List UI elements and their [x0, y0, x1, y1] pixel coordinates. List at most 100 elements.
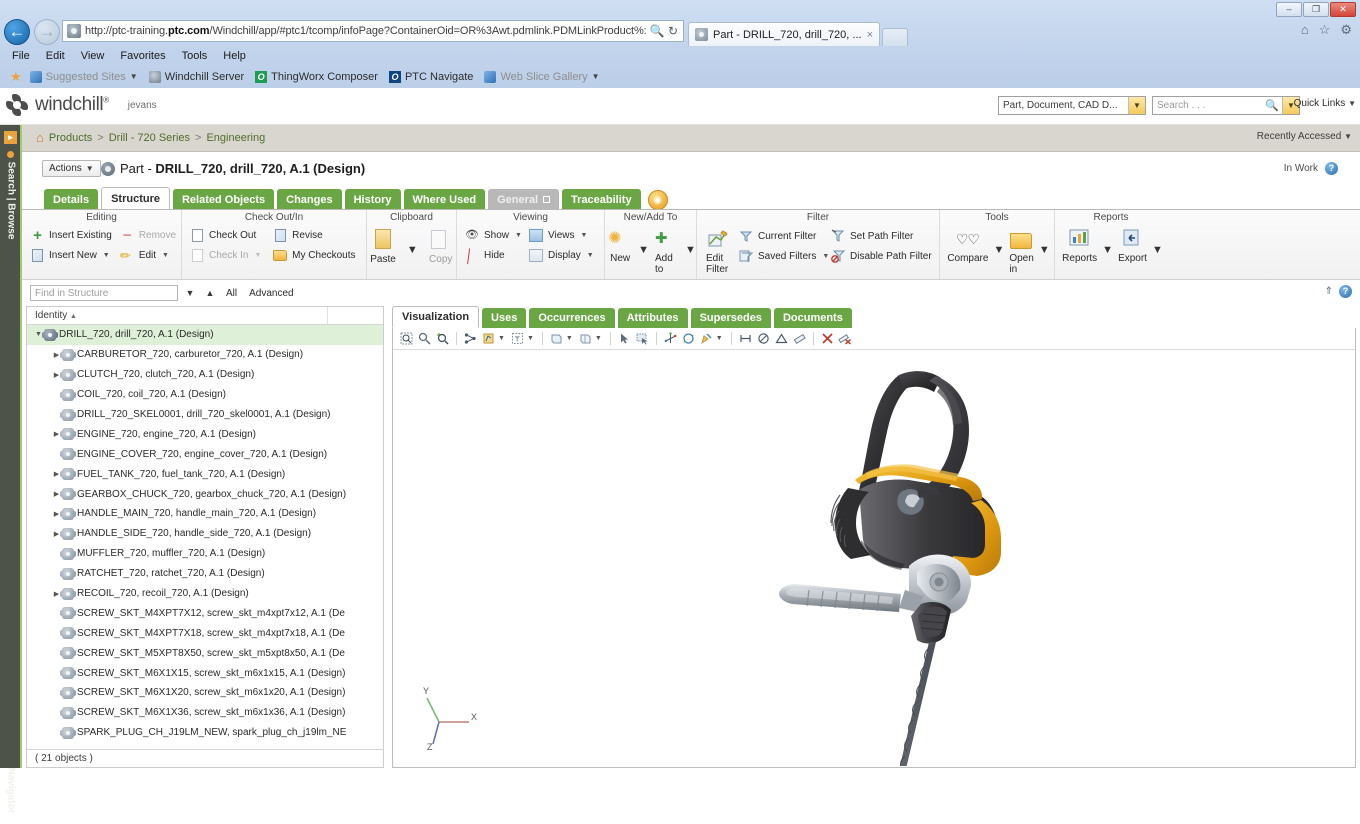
chevron-down-icon[interactable]: ▼ [587, 252, 594, 259]
ribbon-remove-button[interactable]: − Remove [118, 227, 178, 244]
ribbon-open-in-button[interactable]: Open in [1006, 228, 1036, 275]
close-button[interactable]: ✕ [1330, 2, 1356, 17]
tree-row[interactable]: SCREW_SKT_M4XPT7X12, screw_skt_m4xpt7x12… [27, 603, 383, 623]
tab-supersedes[interactable]: Supersedes [690, 308, 771, 328]
tab-where-used[interactable]: Where Used [403, 189, 486, 210]
ribbon-check-in-button[interactable]: Check In ▼ [188, 247, 267, 264]
menu-edit[interactable]: Edit [46, 50, 65, 62]
tree-row[interactable]: SCREW_SKT_M5XPT8X50, screw_skt_m5xpt8x50… [27, 643, 383, 663]
tree-row[interactable]: ENGINE_COVER_720, engine_cover_720, A.1 … [27, 444, 383, 464]
zoom-out-icon[interactable] [417, 331, 432, 346]
global-search-input[interactable]: Search . . . 🔍 ▼ [1152, 96, 1300, 115]
tree-row[interactable]: COIL_720, coil_720, A.1 (Design) [27, 385, 383, 405]
ribbon-revise-button[interactable]: Revise [271, 227, 360, 244]
chevron-down-icon[interactable]: ▼ [254, 252, 261, 259]
chevron-down-icon[interactable]: ▼ [515, 232, 522, 239]
tree-row[interactable]: SPARK_PLUG_CH_J19LM_NEW, spark_plug_ch_j… [27, 723, 383, 743]
favorite-windchill-server[interactable]: Windchill Server [146, 70, 247, 84]
favorites-star-icon[interactable]: ☆ [1319, 22, 1331, 38]
chevron-down-icon[interactable]: ▼ [103, 252, 110, 259]
chevron-down-icon[interactable]: ▼ [581, 232, 588, 239]
navigator-label[interactable]: Navigator [6, 758, 17, 824]
tab-attributes[interactable]: Attributes [617, 308, 688, 328]
tree-row[interactable]: RATCHET_720, ratchet_720, A.1 (Design) [27, 564, 383, 584]
favorite-suggested-sites[interactable]: Suggested Sites ▼ [27, 70, 141, 84]
drill-3d-model[interactable] [393, 350, 1355, 766]
tab-visualization[interactable]: Visualization [392, 306, 480, 328]
home-icon[interactable]: ⌂ [36, 130, 44, 145]
favorite-ptc-navigate[interactable]: PTC Navigate [386, 70, 476, 84]
browser-tab[interactable]: Part - DRILL_720, drill_720, ... × [688, 22, 881, 46]
chevron-down-icon[interactable]: ▼ [638, 244, 649, 256]
chevron-down-icon[interactable]: ▼ [162, 252, 169, 259]
find-in-structure-input[interactable]: Find in Structure [30, 285, 178, 301]
explode-icon[interactable] [463, 331, 478, 346]
tree-row[interactable]: SCREW_SKT_M6X1X36, screw_skt_m6x1x36, A.… [27, 703, 383, 723]
chevron-down-icon[interactable]: ▼ [566, 335, 573, 342]
find-advanced-button[interactable]: Advanced [245, 288, 297, 299]
actions-menu-button[interactable]: Actions ▼ [42, 160, 101, 177]
section-cut-icon[interactable] [578, 331, 593, 346]
chevron-down-icon[interactable]: ▼ [1039, 244, 1050, 256]
chevron-down-icon[interactable]: ▼ [993, 244, 1004, 256]
maximize-button[interactable]: ❐ [1303, 2, 1329, 17]
ribbon-hide-button[interactable]: ╱ Hide [463, 247, 523, 265]
chevron-down-icon[interactable]: ▼ [527, 335, 534, 342]
measure-diameter-icon[interactable] [756, 331, 771, 346]
search-type-select[interactable]: Part, Document, CAD D... ▼ [998, 96, 1146, 115]
tab-uses[interactable]: Uses [482, 308, 527, 328]
breadcrumb-item-products[interactable]: Products [49, 132, 92, 144]
ribbon-check-out-button[interactable]: Check Out [188, 227, 267, 244]
chevron-down-icon[interactable]: ▼ [498, 335, 505, 342]
delete-all-measurements-icon[interactable] [838, 331, 853, 346]
home-icon[interactable]: ⌂ [1301, 22, 1309, 38]
ribbon-my-checkouts-button[interactable]: My Checkouts [271, 247, 360, 264]
ribbon-views-button[interactable]: Views ▼ [527, 227, 598, 244]
ribbon-edit-button[interactable]: ✏ Edit ▼ [118, 247, 178, 264]
ribbon-set-path-filter-button[interactable]: Set Path Filter [829, 228, 934, 245]
menu-view[interactable]: View [81, 50, 105, 62]
animation-icon[interactable] [481, 331, 496, 346]
favorites-star-icon[interactable]: ★ [10, 69, 22, 85]
measure-distance-icon[interactable] [738, 331, 753, 346]
chevron-down-icon[interactable]: ▼ [1102, 244, 1113, 256]
tree-row[interactable]: ▼ DRILL_720, drill_720, A.1 (Design) [27, 325, 383, 345]
ribbon-current-filter-button[interactable]: Current Filter [737, 228, 825, 245]
tab-documents[interactable]: Documents [773, 308, 852, 328]
move-part-icon[interactable] [663, 331, 678, 346]
ribbon-saved-filters-button[interactable]: Saved Filters ▼ [737, 248, 829, 265]
ribbon-reports-button[interactable]: Reports [1059, 228, 1100, 264]
chevron-down-icon[interactable]: ▼ [1152, 244, 1163, 256]
tree-row[interactable]: ▶ RECOIL_720, recoil_720, A.1 (Design) [27, 584, 383, 604]
address-search-icon[interactable]: 🔍 [649, 24, 665, 38]
breadcrumb-item-drill-720-series[interactable]: Drill - 720 Series [109, 132, 190, 144]
tab-close-icon[interactable]: × [867, 29, 873, 41]
ribbon-display-button[interactable]: Display ▼ [527, 247, 598, 264]
tab-general[interactable]: General [488, 189, 560, 210]
select-region-icon[interactable] [510, 331, 525, 346]
delete-measurement-icon[interactable] [820, 331, 835, 346]
favorite-web-slice-gallery[interactable]: Web Slice Gallery ▼ [481, 70, 602, 84]
drag-part-icon[interactable] [699, 331, 714, 346]
tree-row[interactable]: ▶ GEARBOX_CHUCK_720, gearbox_chuck_720, A… [27, 484, 383, 504]
forward-button[interactable]: → [34, 19, 60, 45]
new-tab-button[interactable] [882, 28, 909, 46]
quick-links-menu[interactable]: Quick Links ▼ [1294, 98, 1356, 109]
box-select-icon[interactable] [635, 331, 650, 346]
ribbon-disable-path-filter-button[interactable]: Disable Path Filter [829, 248, 934, 265]
tab-occurrences[interactable]: Occurrences [529, 308, 615, 328]
menu-file[interactable]: File [12, 50, 30, 62]
pointer-select-icon[interactable] [617, 331, 632, 346]
search-icon[interactable]: 🔍 [1262, 99, 1282, 112]
tree-row[interactable]: DRILL_720_SKEL0001, drill_720_skel0001, … [27, 405, 383, 425]
measure-angle-icon[interactable] [774, 331, 789, 346]
ribbon-edit-filter-button[interactable]: Edit Filter [703, 228, 733, 275]
windchill-logo[interactable]: windchill® jevans [6, 94, 157, 116]
tab-related-objects[interactable]: Related Objects [172, 189, 275, 210]
tree-row[interactable]: ▶ CLUTCH_720, clutch_720, A.1 (Design) [27, 365, 383, 385]
help-icon[interactable]: ? [1339, 285, 1352, 298]
back-button[interactable]: ← [4, 19, 30, 45]
tab-structure[interactable]: Structure [101, 187, 170, 210]
viewer-canvas[interactable]: Y X Z [393, 350, 1355, 766]
ribbon-add-to-button[interactable]: ✚ Add to [652, 228, 682, 275]
